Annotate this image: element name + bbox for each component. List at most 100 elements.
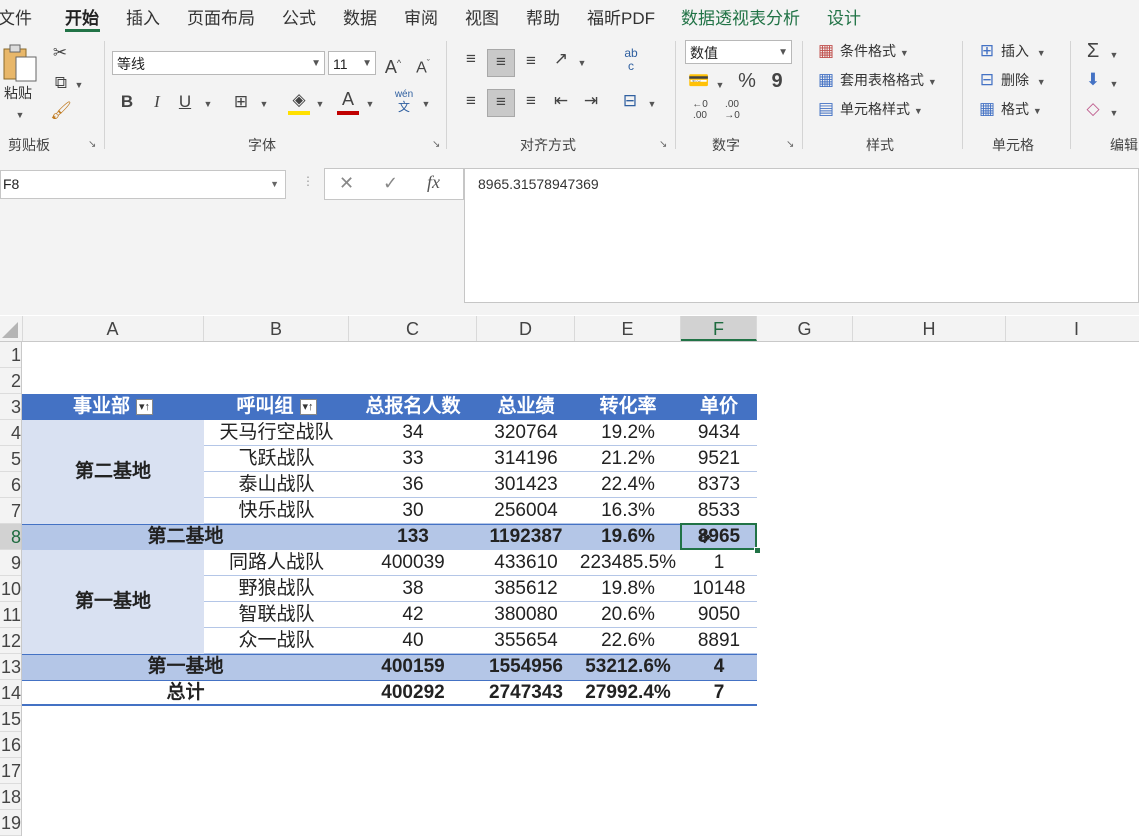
row-header[interactable]: 14 — [0, 680, 21, 706]
row-header[interactable]: 17 — [0, 758, 21, 784]
column-header-i[interactable]: I — [1006, 316, 1139, 341]
increase-decimal-icon[interactable]: ←0.00 — [688, 99, 712, 121]
call-group-name-cell[interactable]: 智联战队 — [204, 602, 349, 628]
row-header[interactable]: 13 — [0, 654, 21, 680]
value-cell[interactable]: 20.6% — [575, 602, 681, 628]
copy-dropdown-icon[interactable]: ▼ — [74, 75, 84, 95]
shrink-font-icon[interactable]: Aˇ — [412, 53, 434, 78]
tab-foxit-pdf[interactable]: 福昕PDF — [587, 4, 655, 29]
tab-review[interactable]: 审阅 — [404, 4, 438, 29]
bold-button[interactable]: B — [118, 92, 136, 112]
fill-icon[interactable]: ⬇ — [1082, 70, 1104, 90]
value-cell[interactable]: 40 — [349, 628, 477, 654]
value-cell[interactable]: 385612 — [477, 576, 575, 602]
decrease-decimal-icon[interactable]: .00 →0 — [720, 99, 744, 121]
alignment-launcher-icon[interactable]: ↘ — [659, 139, 667, 150]
paste-dropdown-icon[interactable]: ▼ — [14, 105, 26, 125]
pivot-header-unit-price[interactable]: 单价 — [681, 394, 757, 420]
delete-cells-button[interactable]: 删除 ▼ — [1001, 70, 1046, 92]
row-header[interactable]: 15 — [0, 706, 21, 732]
select-all-button[interactable] — [0, 316, 23, 341]
tab-pivot-analyze[interactable]: 数据透视表分析 — [681, 4, 800, 29]
value-cell[interactable]: 36 — [349, 472, 477, 498]
align-center-button[interactable]: ≡ — [487, 89, 515, 117]
summary-value-cell[interactable]: 53212.6% — [575, 654, 681, 680]
cell-styles-icon[interactable]: ▤ — [815, 99, 837, 119]
column-header-g[interactable]: G — [757, 316, 853, 341]
row-header[interactable]: 2 — [0, 368, 21, 394]
clear-dropdown-icon[interactable]: ▼ — [1108, 103, 1120, 123]
row-header[interactable]: 9 — [0, 550, 21, 576]
call-group-name-cell[interactable]: 众一战队 — [204, 628, 349, 654]
comma-style-button[interactable]: 9 — [768, 71, 786, 91]
formula-input[interactable]: 8965.31578947369 — [464, 168, 1139, 303]
value-cell[interactable]: 21.2% — [575, 446, 681, 472]
accounting-dropdown-icon[interactable]: ▼ — [714, 75, 726, 95]
value-cell[interactable]: 16.3% — [575, 498, 681, 524]
delete-cells-icon[interactable]: ⊟ — [976, 70, 998, 90]
autosum-dropdown-icon[interactable]: ▼ — [1108, 45, 1120, 65]
tab-insert[interactable]: 插入 — [126, 4, 160, 29]
name-box[interactable]: F8 ▼ — [0, 170, 286, 199]
font-name-select[interactable]: 等线 ▼ — [112, 51, 325, 75]
insert-function-icon[interactable]: fx — [427, 172, 440, 193]
summary-label-cell[interactable]: 第一基地 — [22, 654, 349, 680]
number-launcher-icon[interactable]: ↘ — [786, 139, 794, 150]
column-header-e[interactable]: E — [575, 316, 681, 341]
tab-page-layout[interactable]: 页面布局 — [187, 4, 255, 29]
summary-label-cell[interactable]: 第二基地 — [22, 524, 349, 550]
format-painter-icon[interactable]: 🖌 — [50, 101, 72, 121]
increase-indent-icon[interactable]: ⇥ — [580, 91, 602, 111]
row-header[interactable]: 3 — [0, 394, 21, 420]
merge-center-icon[interactable]: ⊟ — [618, 91, 642, 111]
insert-cells-button[interactable]: 插入 ▼ — [1001, 41, 1046, 63]
fill-dropdown-icon[interactable]: ▼ — [314, 94, 326, 114]
underline-dropdown-icon[interactable]: ▼ — [202, 94, 214, 114]
value-cell[interactable]: 8373 — [681, 472, 757, 498]
summary-value-cell[interactable]: 2747343 — [477, 680, 575, 706]
accounting-format-icon[interactable]: 💳 — [688, 71, 710, 91]
number-format-select[interactable]: 数值 ▼ — [685, 40, 792, 64]
value-cell[interactable]: 9434 — [681, 420, 757, 446]
column-header-h[interactable]: H — [853, 316, 1006, 341]
italic-button[interactable]: I — [148, 92, 166, 112]
paste-button[interactable]: 粘贴 — [4, 83, 32, 103]
phonetic-dropdown-icon[interactable]: ▼ — [420, 94, 432, 114]
phonetic-icon[interactable]: wén 文 — [390, 89, 418, 115]
format-cells-icon[interactable]: ▦ — [976, 99, 998, 119]
row-header[interactable]: 1 — [0, 342, 21, 368]
orientation-dropdown-icon[interactable]: ▼ — [576, 53, 588, 73]
tab-help[interactable]: 帮助 — [526, 4, 560, 29]
row-header[interactable]: 6 — [0, 472, 21, 498]
value-cell[interactable]: 30 — [349, 498, 477, 524]
summary-value-cell[interactable]: 27992.4% — [575, 680, 681, 706]
formula-bar-grip-icon[interactable]: ⋮ — [302, 174, 314, 188]
align-top-icon[interactable]: ≡ — [460, 49, 482, 69]
value-cell[interactable]: 400039 — [349, 550, 477, 576]
call-group-name-cell[interactable]: 飞跃战队 — [204, 446, 349, 472]
cell-styles-button[interactable]: 单元格样式 ▼ — [840, 99, 923, 121]
value-cell[interactable]: 1 — [681, 550, 757, 576]
call-group-name-cell[interactable]: 天马行空战队 — [204, 420, 349, 446]
format-as-table-button[interactable]: 套用表格格式 ▼ — [840, 70, 937, 92]
value-cell[interactable]: 19.2% — [575, 420, 681, 446]
column-header-b[interactable]: B — [204, 316, 349, 341]
column-header-f[interactable]: F — [681, 316, 757, 341]
pivot-header-call-group[interactable]: 呼叫组 ▾↑ — [204, 394, 349, 420]
column-header-c[interactable]: C — [349, 316, 477, 341]
value-cell[interactable]: 320764 — [477, 420, 575, 446]
column-header-a[interactable]: A — [22, 316, 204, 341]
row-header[interactable]: 5 — [0, 446, 21, 472]
filter-dropdown-icon[interactable]: ▾↑ — [299, 398, 317, 415]
row-header[interactable]: 12 — [0, 628, 21, 654]
row-header[interactable]: 8 — [0, 524, 21, 550]
conditional-format-button[interactable]: 条件格式 ▼ — [840, 41, 909, 63]
row-header[interactable]: 4 — [0, 420, 21, 446]
fill-color-icon[interactable]: ◈ — [288, 90, 310, 110]
row-header[interactable]: 19 — [0, 810, 21, 836]
cancel-icon[interactable]: ✕ — [339, 173, 354, 194]
value-cell[interactable]: 256004 — [477, 498, 575, 524]
column-header-d[interactable]: D — [477, 316, 575, 341]
call-group-name-cell[interactable]: 泰山战队 — [204, 472, 349, 498]
summary-value-cell[interactable]: 400159 — [349, 654, 477, 680]
